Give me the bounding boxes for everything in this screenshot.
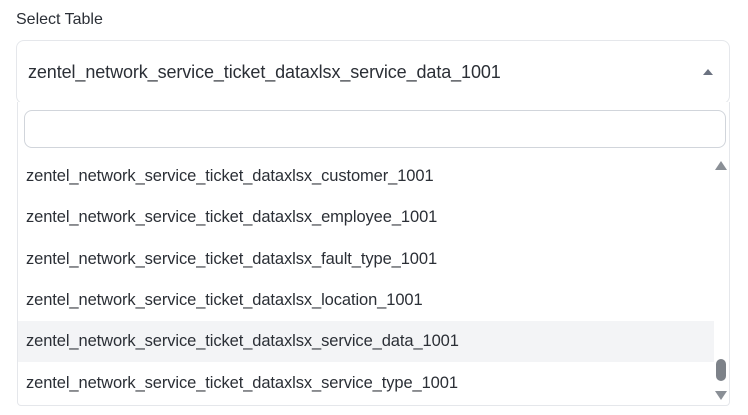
table-option[interactable]: zentel_network_service_ticket_dataxlsx_s… xyxy=(18,362,714,403)
scroll-up-arrow-icon[interactable] xyxy=(715,161,727,170)
option-label: zentel_network_service_ticket_dataxlsx_s… xyxy=(26,373,458,392)
scrollbar-thumb[interactable] xyxy=(716,359,726,381)
table-option[interactable]: zentel_network_service_ticket_dataxlsx_e… xyxy=(18,197,714,238)
option-label: zentel_network_service_ticket_dataxlsx_f… xyxy=(26,249,438,268)
table-search-input[interactable] xyxy=(24,110,726,148)
table-select[interactable]: zentel_network_service_ticket_dataxlsx_s… xyxy=(16,40,730,104)
table-option[interactable]: zentel_network_service_ticket_dataxlsx_f… xyxy=(18,239,714,280)
option-label: zentel_network_service_ticket_dataxlsx_l… xyxy=(26,291,423,310)
select-table-label: Select Table xyxy=(16,11,103,28)
table-options-list: zentel_network_service_ticket_dataxlsx_c… xyxy=(18,156,714,406)
option-label: zentel_network_service_ticket_dataxlsx_e… xyxy=(26,208,438,227)
option-label: zentel_network_service_ticket_dataxlsx_s… xyxy=(26,332,459,351)
table-option-highlighted[interactable]: zentel_network_service_ticket_dataxlsx_s… xyxy=(18,321,714,363)
table-option[interactable]: zentel_network_service_ticket_dataxlsx_c… xyxy=(18,156,714,197)
selected-table-value: zentel_network_service_ticket_dataxlsx_s… xyxy=(28,61,501,82)
caret-up-icon[interactable] xyxy=(703,69,713,75)
table-dropdown-menu: zentel_network_service_ticket_dataxlsx_c… xyxy=(17,102,730,406)
options-scrollbar[interactable] xyxy=(714,156,730,406)
scroll-down-arrow-icon[interactable] xyxy=(715,391,727,400)
search-wrapper xyxy=(24,110,726,148)
table-option[interactable]: zentel_network_service_ticket_dataxlsx_l… xyxy=(18,280,714,321)
option-label: zentel_network_service_ticket_dataxlsx_c… xyxy=(26,167,434,186)
